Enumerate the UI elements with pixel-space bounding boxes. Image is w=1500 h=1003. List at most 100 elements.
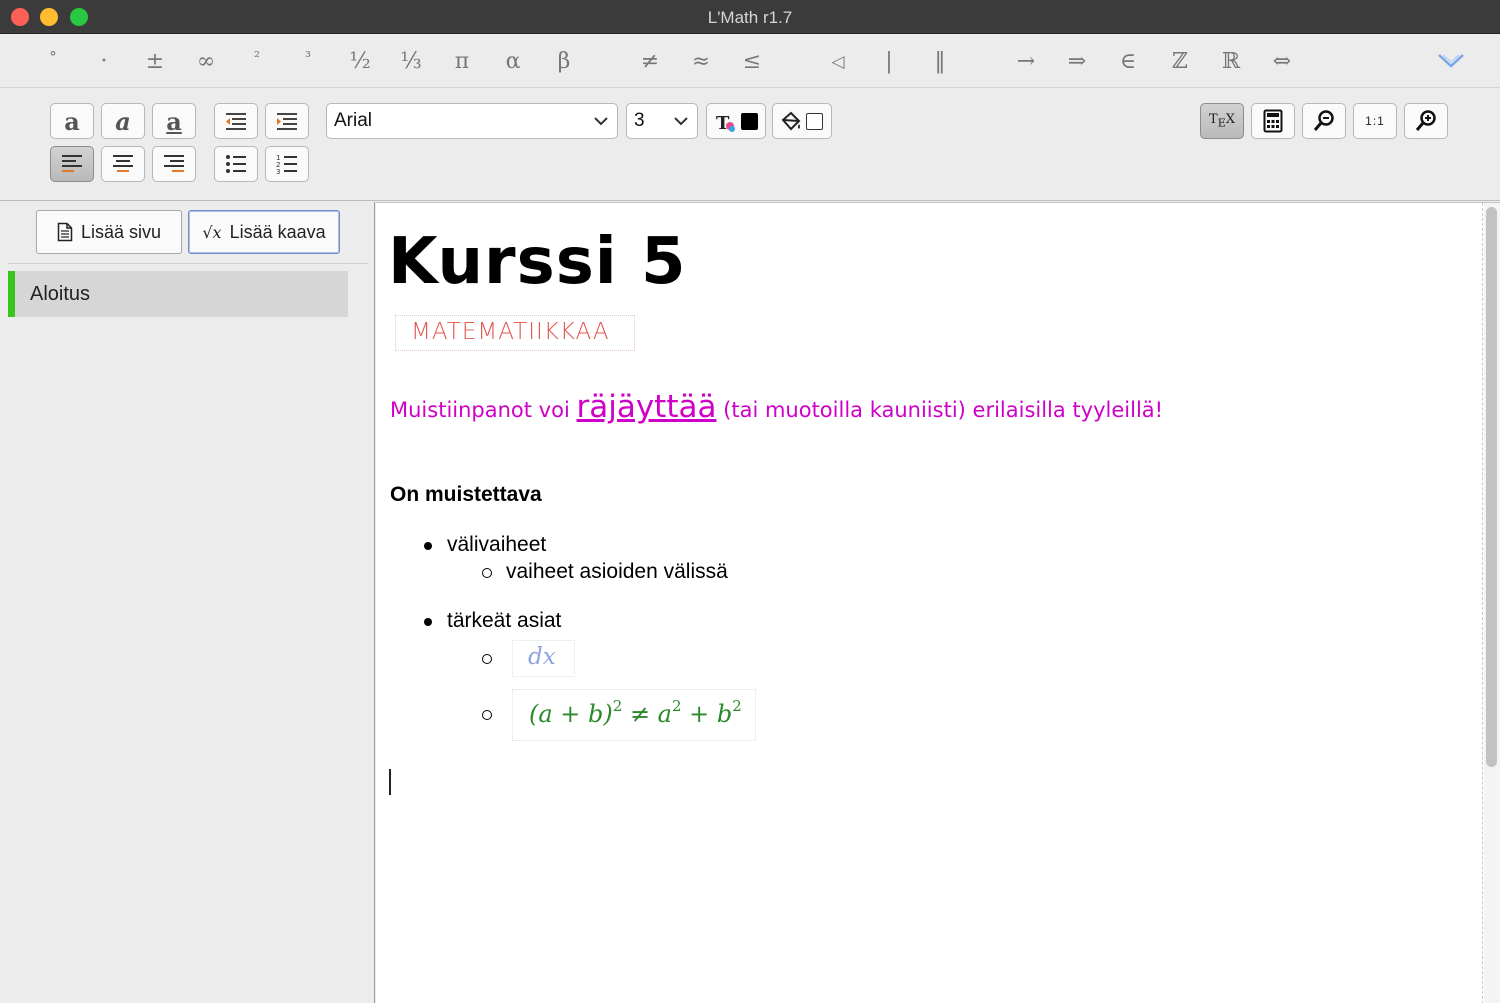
symbol-alpha-button[interactable]: α xyxy=(493,46,533,78)
add-formula-button[interactable]: √x Lisää kaava xyxy=(188,210,340,254)
bullet-circle xyxy=(482,568,492,578)
symbol-vertical-bar-button[interactable]: | xyxy=(869,46,909,78)
notes-text-before: Muistiinpanot voi xyxy=(390,398,577,422)
underline-button[interactable]: a xyxy=(152,103,196,139)
font-family-value: Arial xyxy=(334,110,373,131)
notes-text-emphasis: räjäyttää xyxy=(576,389,717,425)
symbol-squared-button[interactable]: ² xyxy=(237,46,277,78)
chevron-down-icon xyxy=(594,117,608,126)
symbol-half-button[interactable]: ½ xyxy=(340,46,380,78)
text-color-button[interactable]: T xyxy=(706,103,766,139)
font-size-select[interactable]: 3 xyxy=(626,103,698,139)
symbol-dot-button[interactable]: · xyxy=(84,46,124,78)
tex-mode-button[interactable]: TEX xyxy=(1200,103,1244,139)
square-root-icon: √x xyxy=(202,222,222,242)
tex-icon: TEX xyxy=(1209,112,1235,130)
symbol-arrow-right-button[interactable]: → xyxy=(1006,46,1046,78)
symbol-integers-button[interactable]: ℤ xyxy=(1160,46,1200,78)
symbol-plusminus-button[interactable]: ± xyxy=(135,46,175,78)
collapse-toolbar-icon[interactable] xyxy=(1436,50,1466,74)
symbol-parallel-button[interactable]: ‖ xyxy=(920,46,960,78)
bullet-circle xyxy=(482,654,492,664)
zoom-out-icon xyxy=(1313,110,1334,131)
symbol-reals-button[interactable]: ℝ xyxy=(1211,46,1251,78)
align-right-icon xyxy=(164,155,184,172)
formula-dx[interactable]: dx xyxy=(528,644,556,670)
font-family-select[interactable]: Arial xyxy=(326,103,618,139)
symbol-implies-button[interactable]: ⇒ xyxy=(1057,46,1097,78)
sidebar-page-item[interactable]: Aloitus xyxy=(8,271,348,317)
bullet-list-icon xyxy=(226,155,246,173)
app-window: L'Math r1.7 ° · ± ∞ ² ³ ½ ⅓ π α β ≠ ≈ ≤ … xyxy=(0,0,1500,1003)
zoom-in-icon xyxy=(1415,110,1436,131)
symbol-approx-button[interactable]: ≈ xyxy=(681,46,721,78)
numbered-list-icon: 1 2 3 xyxy=(276,154,297,175)
sidebar: Lisää sivu √x Lisää kaava Aloitus xyxy=(0,202,375,1003)
text-caret xyxy=(389,769,391,795)
document-editor[interactable]: Kurssi 5 MATEMATIIKKAA Muistiinpanot voi… xyxy=(376,202,1500,1003)
symbol-infinity-button[interactable]: ∞ xyxy=(186,46,226,78)
symbol-iff-button[interactable]: ⇔ xyxy=(1262,46,1302,78)
bullet-list-button[interactable] xyxy=(214,146,258,182)
sidebar-page-label: Aloitus xyxy=(30,283,91,305)
align-left-button[interactable] xyxy=(50,146,94,182)
align-center-button[interactable] xyxy=(101,146,145,182)
window-title: L'Math r1.7 xyxy=(707,8,793,27)
font-size-value: 3 xyxy=(634,110,645,131)
calculator-icon xyxy=(1263,109,1283,133)
symbol-element-of-button[interactable]: ∈ xyxy=(1108,46,1148,78)
formula-exponent: 2 xyxy=(612,697,623,715)
symbol-not-equal-button[interactable]: ≠ xyxy=(630,46,670,78)
zoom-reset-label: 1:1 xyxy=(1365,114,1385,128)
bold-icon: a xyxy=(64,106,80,136)
zoom-in-button[interactable] xyxy=(1404,103,1448,139)
symbol-beta-button[interactable]: β xyxy=(544,46,584,78)
paint-bucket-icon xyxy=(781,111,801,131)
symbol-less-equal-button[interactable]: ≤ xyxy=(732,46,772,78)
list-item: vaiheet asioiden välissä xyxy=(506,560,728,583)
document-heading: Kurssi 5 xyxy=(388,225,687,299)
list-item: välivaiheet xyxy=(447,533,547,556)
align-left-icon xyxy=(62,155,82,172)
format-toolbar: a a a Arial 3 T TEX 1:1 1 2 3 xyxy=(0,89,1500,201)
numbered-list-button[interactable]: 1 2 3 xyxy=(265,146,309,182)
indent-icon xyxy=(277,113,297,130)
zoom-out-button[interactable] xyxy=(1302,103,1346,139)
symbol-third-button[interactable]: ⅓ xyxy=(391,46,431,78)
outdent-button[interactable] xyxy=(214,103,258,139)
sidebar-divider xyxy=(8,263,368,264)
add-page-label: Lisää sivu xyxy=(80,221,162,242)
vertical-scrollbar-thumb[interactable] xyxy=(1486,207,1497,767)
formula-part: ≠ a xyxy=(622,700,672,728)
section-heading: On muistettava xyxy=(390,483,542,506)
symbol-degree-button[interactable]: ° xyxy=(33,46,73,78)
page-margin-guide xyxy=(1482,203,1483,1003)
underline-icon: a xyxy=(166,106,182,136)
text-color-icon: T xyxy=(716,113,735,133)
fill-color-swatch xyxy=(806,113,823,130)
styled-notes-line: Muistiinpanot voi räjäyttää (tai muotoil… xyxy=(390,389,1163,425)
symbol-toolbar: ° · ± ∞ ² ³ ½ ⅓ π α β ≠ ≈ ≤ ◁ | ‖ → ⇒ ∈ … xyxy=(0,34,1500,88)
calculator-button[interactable] xyxy=(1251,103,1295,139)
bullet-disc xyxy=(424,542,432,550)
add-page-button[interactable]: Lisää sivu xyxy=(36,210,182,254)
fill-color-button[interactable] xyxy=(772,103,832,139)
chevron-down-icon xyxy=(674,117,688,126)
title-bar: L'Math r1.7 xyxy=(0,0,1500,34)
italic-icon: a xyxy=(115,106,131,136)
indent-button[interactable] xyxy=(265,103,309,139)
bold-button[interactable]: a xyxy=(50,103,94,139)
symbol-pi-button[interactable]: π xyxy=(442,46,482,78)
formula-part: + b xyxy=(681,700,733,728)
italic-button[interactable]: a xyxy=(101,103,145,139)
symbol-angle-button[interactable]: ◁ xyxy=(818,46,858,78)
add-formula-label: Lisää kaava xyxy=(229,221,326,242)
list-item: tärkeät asiat xyxy=(447,609,562,632)
align-right-button[interactable] xyxy=(152,146,196,182)
align-center-icon xyxy=(113,155,133,172)
text-color-swatch xyxy=(741,113,758,130)
zoom-reset-button[interactable]: 1:1 xyxy=(1353,103,1397,139)
formula-binomial-square[interactable]: (a + b)2 ≠ a2 + b2 xyxy=(529,697,742,728)
symbol-cubed-button[interactable]: ³ xyxy=(288,46,328,78)
formula-part: (a + b) xyxy=(529,700,613,728)
